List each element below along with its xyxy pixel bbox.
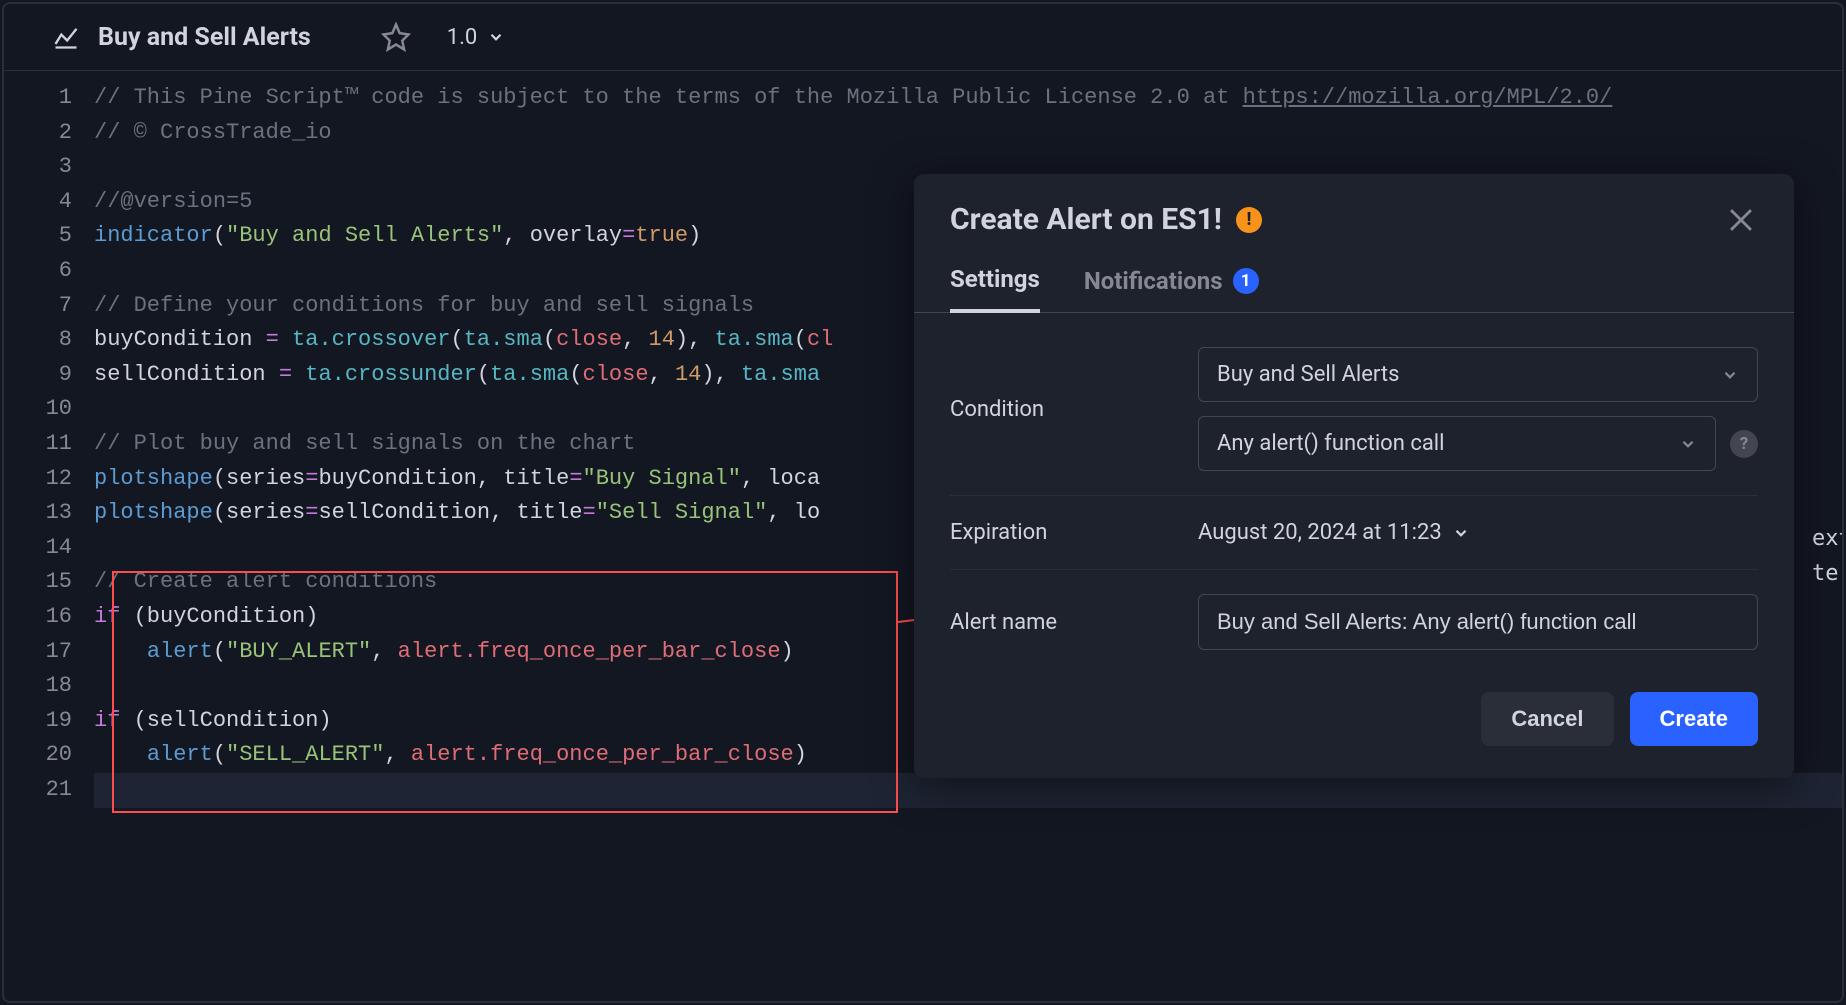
- condition-label: Condition: [950, 397, 1198, 422]
- help-icon[interactable]: ?: [1730, 430, 1758, 458]
- condition-trigger-select[interactable]: Any alert() function call: [1198, 416, 1716, 471]
- truncated-code-right: ext te: [1812, 522, 1844, 591]
- version-label: 1.0: [447, 25, 478, 50]
- notifications-count-badge: 1: [1233, 268, 1259, 294]
- alert-name-label: Alert name: [950, 610, 1198, 635]
- warning-badge-icon[interactable]: !: [1236, 207, 1262, 233]
- create-button[interactable]: Create: [1630, 692, 1758, 746]
- alert-name-input[interactable]: [1198, 594, 1758, 650]
- create-alert-dialog: Create Alert on ES1! ! Settings Notifica…: [914, 174, 1794, 778]
- editor-header: Buy and Sell Alerts 1.0: [4, 4, 1842, 71]
- version-dropdown[interactable]: 1.0: [447, 25, 506, 50]
- script-title: Buy and Sell Alerts: [98, 23, 311, 52]
- favorite-star-icon[interactable]: [381, 22, 411, 52]
- script-icon: [52, 23, 80, 51]
- cancel-button[interactable]: Cancel: [1481, 692, 1613, 746]
- condition-source-select[interactable]: Buy and Sell Alerts: [1198, 347, 1758, 402]
- line-gutter: 123456789101112131415161718192021: [4, 81, 94, 807]
- expiration-label: Expiration: [950, 520, 1198, 545]
- dialog-title: Create Alert on ES1! !: [950, 202, 1262, 237]
- tab-settings[interactable]: Settings: [950, 265, 1040, 313]
- close-icon[interactable]: [1724, 203, 1758, 237]
- dialog-tabs: Settings Notifications 1: [914, 249, 1794, 313]
- expiration-dropdown[interactable]: August 20, 2024 at 11:23: [1198, 520, 1758, 545]
- tab-notifications[interactable]: Notifications 1: [1084, 265, 1259, 312]
